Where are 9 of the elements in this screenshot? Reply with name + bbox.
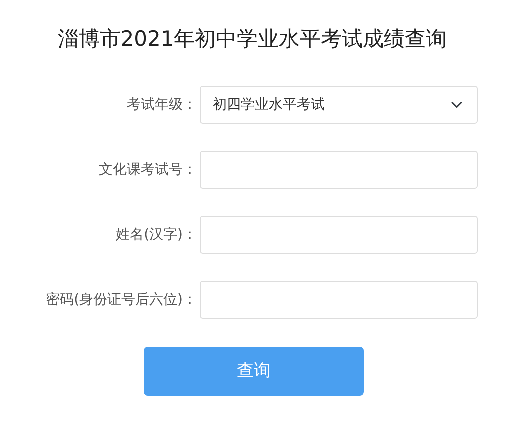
field-label: 密码(身份证号后六位)： <box>45 290 198 310</box>
input-field[interactable] <box>200 151 478 189</box>
field-label: 姓名(汉字)： <box>115 226 198 244</box>
input-field[interactable] <box>200 216 478 254</box>
page-title: 淄博市2021年初中学业水平考试成绩查询 <box>56 26 448 53</box>
field-label: 考试年级： <box>126 96 198 114</box>
input-field[interactable] <box>200 281 478 319</box>
field-label: 文化课考试号： <box>98 160 198 180</box>
grade-select[interactable]: 初四学业水平考试 <box>200 86 478 124</box>
